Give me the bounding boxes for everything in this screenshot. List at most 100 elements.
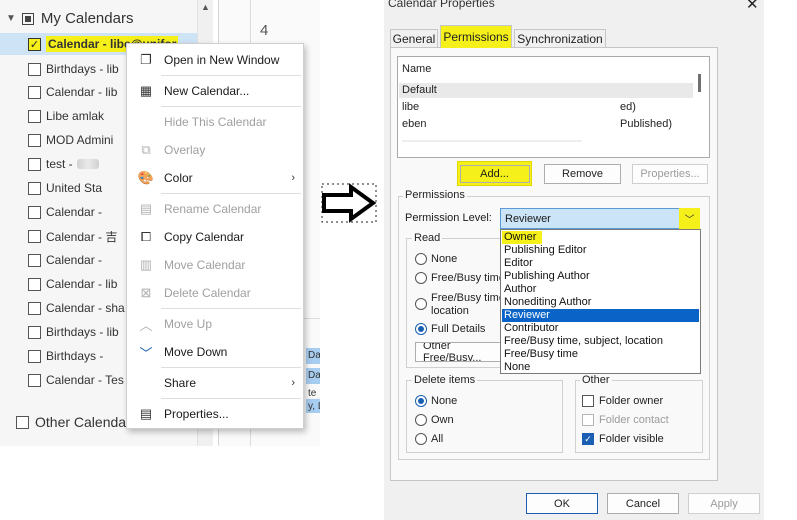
radio-button[interactable] [415,433,427,445]
ok-button[interactable]: OK [526,493,598,514]
dropdown-option[interactable]: Nonediting Author [502,296,699,309]
calendar-checkbox[interactable] [28,301,41,315]
menu-item-delete-calendar[interactable]: ⊠ Delete Calendar [127,279,303,307]
menu-item-open-new-window[interactable]: ❐ Open in New Window [127,46,303,74]
menu-item-move-calendar[interactable]: ▥ Move Calendar [127,251,303,279]
radio-label: Full Details [431,323,486,335]
menu-item-copy-calendar[interactable]: ⧠ Copy Calendar [127,223,303,251]
calendar-event[interactable]: te [306,386,320,400]
calendar-checkbox[interactable] [28,181,41,195]
radio-button[interactable] [415,253,427,265]
tab-general[interactable]: General [390,29,438,47]
list-item[interactable]: libe [402,101,419,113]
dialog-title: Calendar Properties [388,0,495,10]
permissions-user-list[interactable]: Name Default libe ed) eben Published) [397,56,710,158]
menu-item-rename-calendar[interactable]: ▤ Rename Calendar [127,195,303,223]
calendar-checkbox[interactable] [28,109,41,123]
folder-contact-checkbox[interactable]: Folder contact [582,414,669,426]
read-free-busy-detail-radio[interactable]: Free/Busy time, subject, location locati… [415,292,505,318]
dropdown-option[interactable]: Contributor [502,322,699,335]
read-none-radio[interactable]: None [415,253,457,265]
delete-own-radio[interactable]: Own [415,414,454,426]
dropdown-option-owner[interactable]: Owner [502,231,542,244]
radio-button[interactable] [415,323,427,335]
cancel-button[interactable]: Cancel [607,493,679,514]
radio-button[interactable] [415,395,427,407]
calendar-event[interactable]: Da [306,348,320,364]
menu-item-share[interactable]: Share › [127,369,303,397]
add-button-highlight: Add... [457,161,532,186]
menu-item-color[interactable]: 🎨 Color › [127,164,303,192]
list-scrollbar-thumb[interactable] [698,74,701,92]
chevron-right-icon: › [291,377,295,389]
radio-button[interactable] [415,298,427,310]
dropdown-option[interactable]: Publishing Editor [502,244,699,257]
permission-level-select[interactable]: Reviewer [500,208,700,229]
calendar-checkbox[interactable] [28,229,41,243]
checkbox[interactable] [582,414,594,426]
calendar-checkbox[interactable] [28,277,41,291]
apply-button[interactable]: Apply [688,493,760,514]
radio-button[interactable] [415,414,427,426]
other-free-busy-button[interactable]: Other Free/Busy... [415,342,507,362]
scroll-up-arrow-icon[interactable]: ▲ [201,2,210,12]
calendar-checkbox[interactable] [28,373,41,387]
list-item[interactable]: eben [402,118,426,130]
read-free-busy-radio[interactable]: Free/Busy time [415,272,505,284]
chevron-down-icon: ﹀ [139,345,153,361]
close-icon[interactable]: ✕ [746,0,759,13]
calendar-checkbox[interactable] [28,205,41,219]
menu-item-properties[interactable]: ▤ Properties... [127,400,303,428]
menu-item-hide-calendar[interactable]: Hide This Calendar [127,108,303,136]
calendar-event[interactable]: Da [306,368,320,384]
menu-item-move-down[interactable]: ﹀ Move Down [127,338,303,366]
permissions-legend: Permissions [403,189,467,201]
my-calendars-group[interactable]: ▼ My Calendars [6,10,133,27]
checkbox-label: Folder visible [599,433,664,445]
tab-permissions[interactable]: Permissions [440,25,512,48]
calendar-checkbox[interactable] [28,133,41,147]
dropdown-option[interactable]: Publishing Author [502,270,699,283]
calendar-item-label: Birthdays - [46,349,104,363]
delete-all-radio[interactable]: All [415,433,443,445]
dropdown-option[interactable]: None [502,361,699,374]
calendar-item-label: Birthdays - lib [46,62,119,76]
calendar-checkbox[interactable] [28,349,41,363]
folder-visible-checkbox[interactable]: ✓ Folder visible [582,433,664,445]
group-checkbox[interactable] [21,12,34,25]
list-item-default[interactable]: Default [402,84,437,96]
other-calendars-group[interactable]: Other Calendars [16,414,138,430]
calendar-checkbox[interactable] [28,253,41,267]
permission-level-label: Permission Level: [405,212,492,224]
other-legend: Other [580,374,612,386]
rename-icon: ▤ [139,201,153,216]
calendar-event[interactable]: y, L [306,399,320,413]
calendar-checkbox[interactable] [28,85,41,99]
checkbox[interactable] [582,395,594,407]
checkbox[interactable]: ✓ [582,433,594,445]
properties-button[interactable]: Properties... [632,164,708,184]
group-checkbox[interactable] [16,415,29,429]
add-button[interactable]: Add... [459,164,530,183]
menu-item-new-calendar[interactable]: ▦ New Calendar... [127,77,303,105]
dropdown-option[interactable]: Author [502,283,699,296]
calendar-checkbox[interactable] [28,325,41,339]
chevron-down-icon[interactable]: ﹀ [679,208,700,229]
delete-none-radio[interactable]: None [415,395,457,407]
radio-button[interactable] [415,272,427,284]
menu-item-overlay[interactable]: ⧉ Overlay [127,136,303,164]
read-full-details-radio[interactable]: Full Details [415,323,485,335]
menu-item-move-up[interactable]: ︿ Move Up [127,310,303,338]
calendar-checkbox[interactable]: ✓ [28,37,41,51]
dropdown-option[interactable]: Free/Busy time [502,348,699,361]
calendar-checkbox[interactable] [28,157,41,171]
chevron-down-icon[interactable]: ▼ [6,13,16,24]
dropdown-option-selected[interactable]: Reviewer [502,309,699,322]
dropdown-option[interactable]: Editor [502,257,699,270]
dropdown-option[interactable]: Free/Busy time, subject, location [502,335,699,348]
permission-level-dropdown[interactable]: Owner Publishing Editor Editor Publishin… [500,229,701,374]
remove-button[interactable]: Remove [544,164,621,184]
folder-owner-checkbox[interactable]: Folder owner [582,395,663,407]
calendar-checkbox[interactable] [28,62,41,76]
tab-synchronization[interactable]: Synchronization [514,29,606,47]
